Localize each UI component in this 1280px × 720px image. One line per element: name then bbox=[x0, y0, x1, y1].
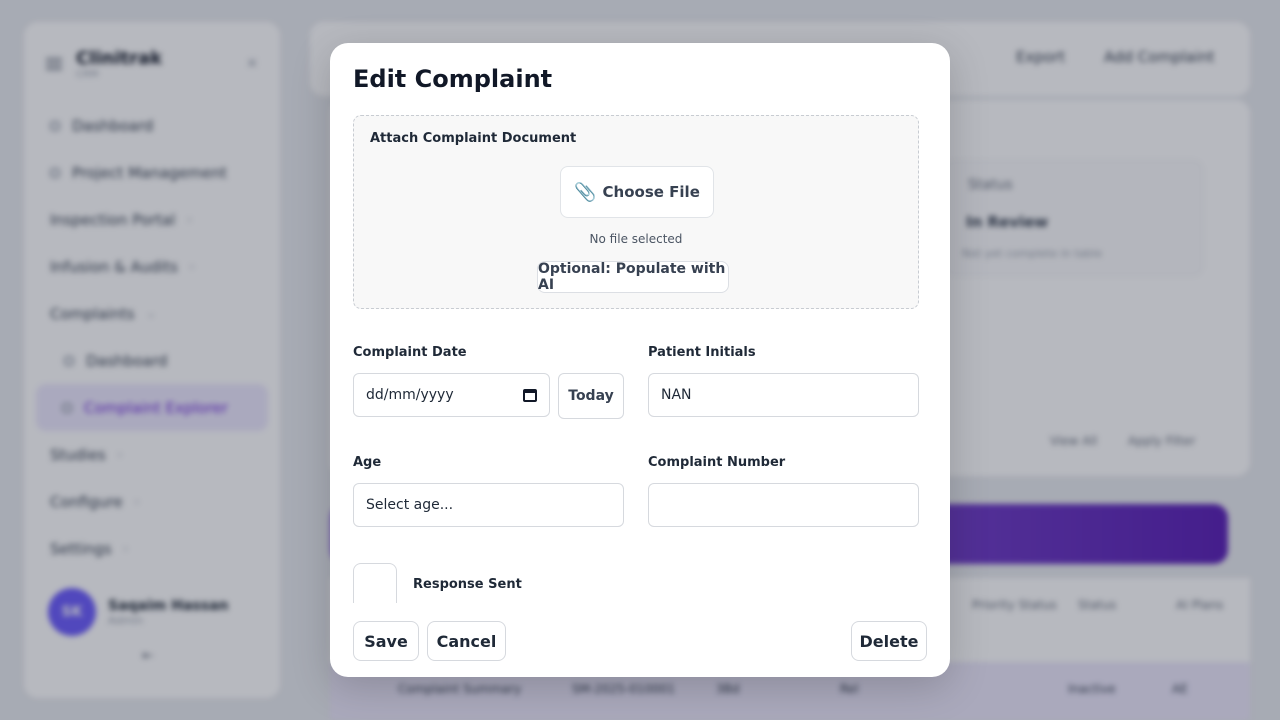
age-label: Age bbox=[353, 455, 382, 470]
date-placeholder: dd/mm/yyyy bbox=[366, 387, 454, 403]
populate-with-ai-button[interactable]: Optional: Populate with AI bbox=[537, 261, 729, 293]
cancel-button[interactable]: Cancel bbox=[427, 621, 506, 661]
patient-initials-input[interactable]: NAN bbox=[648, 373, 919, 417]
response-sent-checkbox[interactable] bbox=[353, 563, 397, 603]
patient-initials-label: Patient Initials bbox=[648, 345, 756, 360]
dialog-title: Edit Complaint bbox=[353, 65, 553, 93]
response-sent-label: Response Sent bbox=[413, 577, 522, 592]
complaint-date-input[interactable]: dd/mm/yyyy bbox=[353, 373, 550, 417]
delete-button[interactable]: Delete bbox=[851, 621, 927, 661]
file-status-text: No file selected bbox=[589, 232, 683, 246]
age-select[interactable]: Select age... bbox=[353, 483, 624, 527]
edit-complaint-dialog: Edit Complaint Attach Complaint Document… bbox=[330, 43, 950, 677]
complaint-date-label: Complaint Date bbox=[353, 345, 467, 360]
paperclip-icon: 📎 bbox=[574, 181, 597, 203]
choose-file-label: Choose File bbox=[602, 183, 700, 201]
complaint-number-input[interactable] bbox=[648, 483, 919, 527]
complaint-number-label: Complaint Number bbox=[648, 455, 786, 470]
save-button[interactable]: Save bbox=[353, 621, 419, 661]
calendar-icon[interactable] bbox=[523, 388, 537, 402]
file-dropzone[interactable]: Attach Complaint Document 📎 Choose File … bbox=[353, 115, 919, 309]
attach-label: Attach Complaint Document bbox=[370, 131, 577, 146]
choose-file-button[interactable]: 📎 Choose File bbox=[560, 166, 714, 218]
today-button[interactable]: Today bbox=[558, 373, 624, 419]
